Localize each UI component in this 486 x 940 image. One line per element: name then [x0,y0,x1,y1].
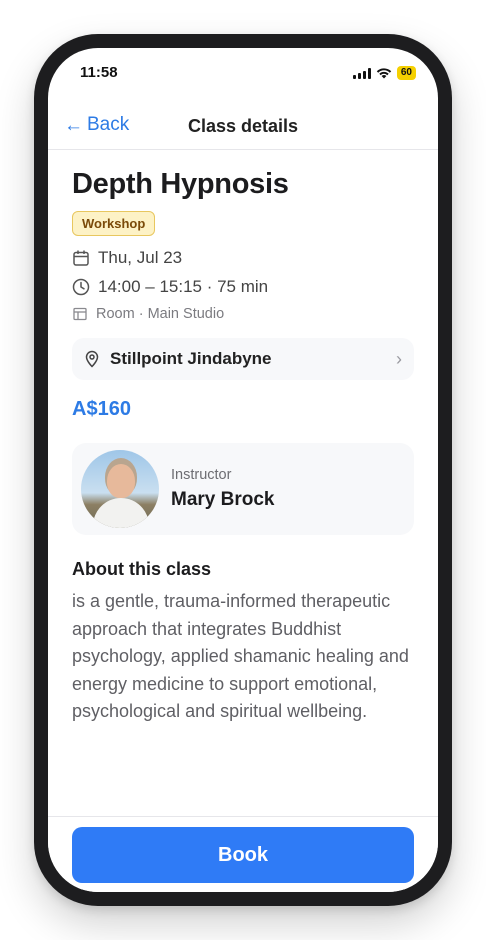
wifi-icon [376,68,392,79]
class-room: Room · Main Studio [96,306,225,322]
class-details: Depth Hypnosis Workshop Thu, Jul 23 14:0… [72,150,414,726]
location-name: Stillpoint Jindabyne [110,349,272,368]
class-date: Thu, Jul 23 [98,248,183,267]
date-row: Thu, Jul 23 [72,248,414,268]
battery-icon: 60 [396,66,416,80]
instructor-info: Instructor Mary Brock [171,467,275,511]
class-title: Depth Hypnosis [72,168,289,200]
class-type-badge: Workshop [72,211,156,236]
class-price: A$160 [72,398,131,420]
calendar-icon [73,250,89,266]
status-time: 11:58 [80,64,118,81]
instructor-name: Mary Brock [171,489,275,510]
time-row: 14:00 – 15:15 · 75 min [72,277,414,297]
nav-bar: ← Back Class details [48,100,438,150]
clock-icon [72,278,90,296]
chevron-right-icon: › [396,348,402,369]
status-icons: 60 [352,66,416,80]
instructor-label: Instructor [171,467,232,483]
page-title: Class details [187,116,299,136]
phone-frame: 11:58 60 ← Back Class details Depth Hypn… [34,34,452,906]
room-icon [73,307,87,321]
about-text: is a gentle, trauma-informed therapeutic… [72,591,409,721]
instructor-card[interactable]: Instructor Mary Brock [72,443,414,535]
location-pin-icon [85,350,99,368]
status-bar: 11:58 60 [48,48,438,100]
about-heading: About this class [72,559,212,579]
footer: Book [48,816,438,892]
room-row: Room · Main Studio [72,306,414,322]
signal-icon [352,67,371,79]
location-row[interactable]: Stillpoint Jindabyne › [72,338,414,380]
book-button[interactable]: Book [72,827,414,883]
instructor-avatar [81,450,159,528]
class-time: 14:00 – 15:15 · 75 min [98,277,269,296]
screen: 11:58 60 ← Back Class details Depth Hypn… [48,48,438,892]
